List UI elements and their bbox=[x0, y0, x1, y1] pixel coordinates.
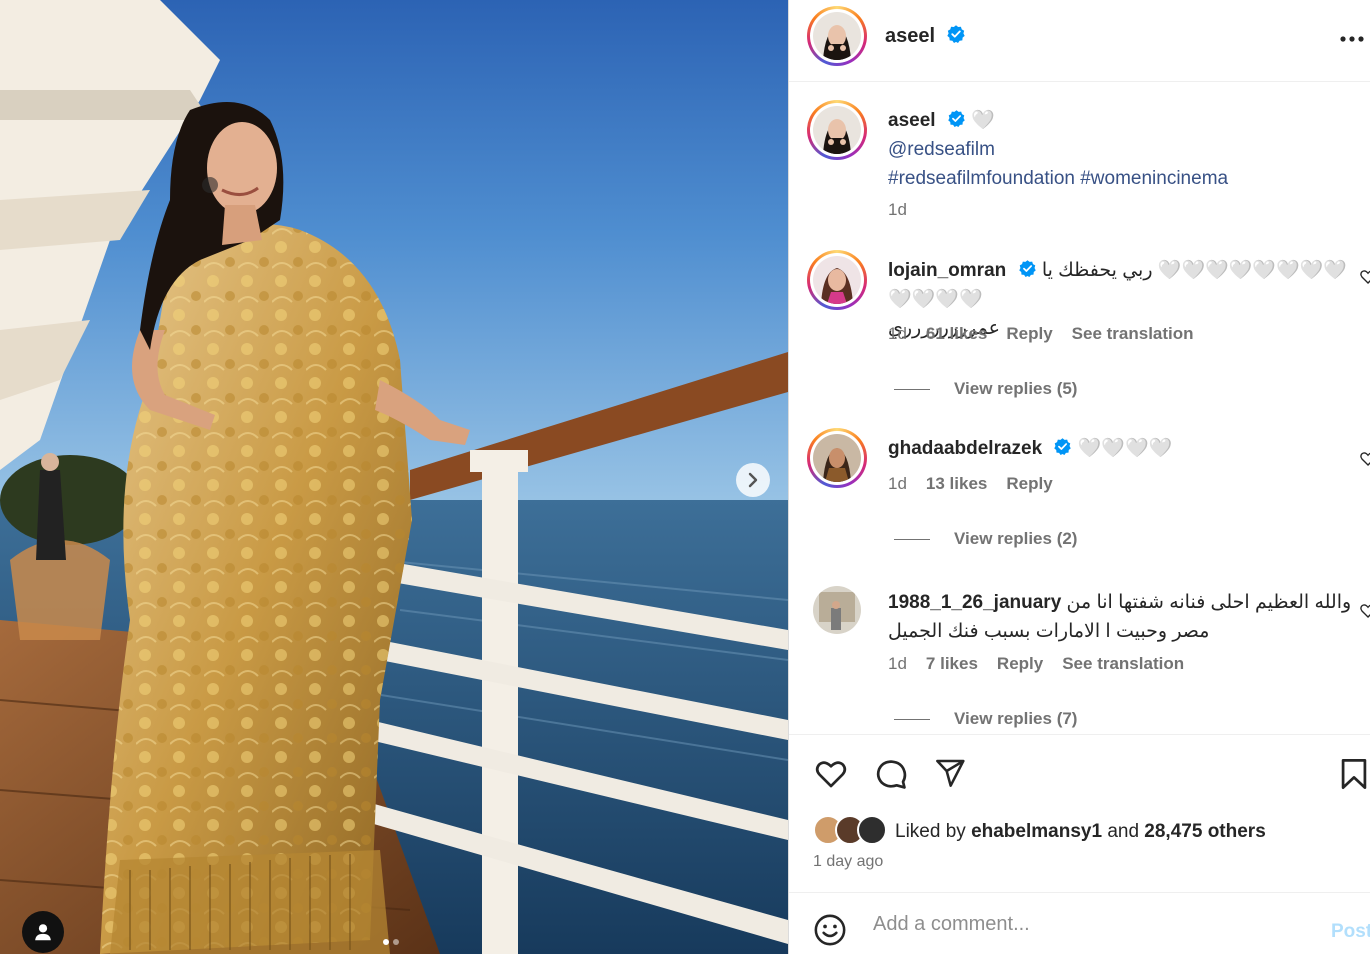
caption-mention-link[interactable]: @redseafilm bbox=[888, 139, 995, 160]
comments-list[interactable]: aseel 🤍 @redseafilm #redseafilmfoundatio… bbox=[789, 82, 1370, 734]
add-comment-bar: Post bbox=[789, 892, 1370, 954]
view-replies-label: View replies (2) bbox=[954, 529, 1078, 548]
commenter-username[interactable]: 1988_1_26_january bbox=[888, 592, 1061, 613]
carousel-dot bbox=[393, 939, 399, 945]
liked-by-user-link[interactable]: ehabelmansy1 bbox=[971, 821, 1102, 842]
commenter-username[interactable]: ghadaabdelrazek bbox=[888, 438, 1042, 459]
caption-username[interactable]: aseel bbox=[888, 110, 936, 131]
replies-divider bbox=[894, 538, 930, 540]
comment-text-line1: 🤍🤍🤍🤍 bbox=[1077, 438, 1173, 459]
emoji-icon[interactable] bbox=[813, 913, 847, 947]
comment-reply-button[interactable]: Reply bbox=[997, 654, 1043, 674]
comment-likes[interactable]: 13 likes bbox=[926, 474, 987, 494]
carousel-dot-active bbox=[383, 939, 389, 945]
comment-time: 1d bbox=[888, 324, 907, 343]
caption-avatar-image bbox=[813, 106, 861, 154]
commenter-avatar[interactable] bbox=[807, 428, 867, 488]
post-actions: Liked by ehabelmansy1 and 28,475 others … bbox=[789, 734, 1370, 892]
share-send-icon[interactable] bbox=[933, 757, 967, 789]
caption-time: 1d bbox=[888, 200, 907, 219]
carousel-indicator bbox=[383, 939, 399, 945]
tagged-users-button[interactable] bbox=[22, 911, 64, 953]
comment-like-heart-icon[interactable] bbox=[1359, 450, 1370, 468]
commenter-avatar[interactable] bbox=[807, 250, 867, 310]
comment-reply-button[interactable]: Reply bbox=[1006, 474, 1052, 494]
post-media[interactable] bbox=[0, 0, 788, 954]
replies-divider bbox=[894, 388, 930, 390]
view-replies-label: View replies (5) bbox=[954, 379, 1078, 398]
commenter-avatar-image bbox=[813, 434, 861, 482]
caption-hashtags-link[interactable]: #redseafilmfoundation #womenincinema bbox=[888, 168, 1228, 189]
author-avatar-image bbox=[813, 12, 861, 60]
liked-by-avatars bbox=[813, 815, 889, 847]
view-replies-label: View replies (7) bbox=[954, 709, 1078, 728]
post-comment-button[interactable]: Post bbox=[1331, 921, 1370, 943]
view-replies-button[interactable]: View replies (5) bbox=[894, 379, 1077, 399]
post-photo bbox=[0, 0, 788, 954]
like-heart-icon[interactable] bbox=[813, 757, 849, 791]
caption-avatar[interactable] bbox=[807, 100, 867, 160]
verified-badge-icon bbox=[1054, 438, 1072, 456]
liked-by-text: Liked by ehabelmansy1 and 28,475 others bbox=[895, 821, 1266, 843]
verified-badge-icon bbox=[946, 25, 965, 43]
comment-likes[interactable]: 61 likes bbox=[926, 324, 987, 344]
post-time-ago[interactable]: 1 day ago bbox=[813, 853, 883, 871]
verified-badge-icon bbox=[1018, 260, 1036, 278]
replies-divider bbox=[894, 718, 930, 720]
author-username[interactable]: aseel bbox=[885, 25, 935, 47]
comment-text-line1: والله العظيم احلى فنانه شفتها انا من bbox=[1066, 592, 1352, 613]
post-header: aseel bbox=[789, 0, 1370, 82]
chevron-right-icon bbox=[748, 472, 758, 488]
commenter-username[interactable]: lojain_omran bbox=[888, 260, 1006, 281]
more-horizontal-icon bbox=[1340, 36, 1364, 42]
commenter-avatar-image bbox=[813, 256, 861, 304]
comment-text-line2: مصر وحبيت ا الامارات بسبب فنك الجميل bbox=[888, 621, 1210, 642]
commenter-avatar-image bbox=[813, 586, 861, 634]
post-panel: aseel aseel 🤍 @redseafilm #redseafilmfou… bbox=[788, 0, 1370, 954]
liker-avatar bbox=[857, 815, 887, 845]
carousel-next-button[interactable] bbox=[736, 463, 770, 497]
commenter-avatar[interactable] bbox=[813, 586, 861, 634]
more-options-button[interactable] bbox=[1339, 24, 1365, 44]
comment-like-heart-icon[interactable] bbox=[1359, 602, 1370, 620]
author-avatar[interactable] bbox=[807, 6, 867, 66]
comment-bubble-icon[interactable] bbox=[873, 757, 909, 791]
caption-emoji: 🤍 bbox=[971, 110, 995, 131]
comment-time: 1d bbox=[888, 654, 907, 673]
comment-time: 1d bbox=[888, 474, 907, 493]
see-translation-button[interactable]: See translation bbox=[1072, 324, 1194, 344]
comment-reply-button[interactable]: Reply bbox=[1006, 324, 1052, 344]
see-translation-button[interactable]: See translation bbox=[1062, 654, 1184, 674]
comment-likes[interactable]: 7 likes bbox=[926, 654, 978, 674]
liked-by-and: and bbox=[1107, 821, 1140, 842]
user-tag-icon bbox=[35, 924, 51, 941]
liked-by-prefix: Liked by bbox=[895, 821, 966, 842]
comment-like-heart-icon[interactable] bbox=[1359, 268, 1370, 286]
view-replies-button[interactable]: View replies (7) bbox=[894, 709, 1077, 729]
add-comment-input[interactable] bbox=[873, 913, 1313, 936]
verified-badge-icon bbox=[948, 110, 965, 128]
liked-by-others-link[interactable]: 28,475 others bbox=[1144, 821, 1265, 842]
view-replies-button[interactable]: View replies (2) bbox=[894, 529, 1077, 549]
save-bookmark-icon[interactable] bbox=[1339, 757, 1369, 791]
